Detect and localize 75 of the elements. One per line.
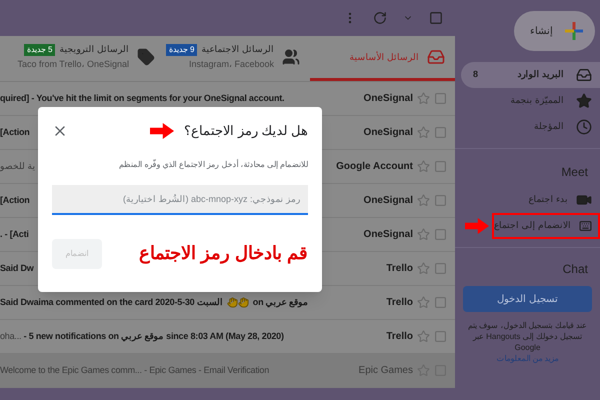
annotation-text: قم بادخال رمز الاجتماع [138,242,308,266]
tag-icon [137,48,155,66]
sender-name: Google Account [336,160,413,174]
dialog-title: هل لديك رمز الاجتماع؟ [184,122,308,140]
clock-icon [576,119,592,135]
dialog-description: للانضمام إلى محادثة، أدخل رمز الاجتماع الذي وفّره المنظم [118,158,308,170]
annotation-arrow [465,218,489,234]
email-snippet: Welcome to the Epic Games comm... [0,364,142,377]
star-icon[interactable] [417,262,430,276]
email-subject: - Epic Games - Email Verification [143,364,270,377]
refresh-icon[interactable] [373,11,387,26]
star-icon[interactable] [417,126,430,140]
checkbox-icon[interactable] [434,330,447,344]
email-row[interactable]: Welcome to the Epic Games comm... - Epic Games - Email Verification Epic Games [0,354,455,388]
sender-name: OneSignal [364,126,413,140]
inbox-icon [576,67,592,83]
tab-label: الرسائل الأساسية [349,50,419,64]
sender-name: OneSignal [364,92,413,106]
checkbox-icon[interactable] [434,228,447,242]
sender-name: Trello [386,330,413,344]
email-subject: on موقع عربي [252,296,308,310]
star-icon [576,93,592,109]
category-tab[interactable]: الرسائل الترويجية 5 جديدة Taco from Trello، OneSignal [20,36,165,82]
star-icon[interactable] [417,330,430,344]
email-subject: quired] - You've hit the limit on segments for your OneSignal account. [0,92,284,105]
checkbox-icon[interactable] [429,11,443,26]
email-subject: Said Dw [0,262,34,275]
email-snippet: ية للخصو [0,160,36,174]
sign-in-button[interactable]: تسجيل الدخول [463,286,592,312]
checkbox-icon[interactable] [434,92,447,106]
email-subject: [Action [0,194,30,207]
category-tab[interactable]: الرسائل الاجتماعية 9 جديدة Instagram، Facebook [165,36,310,82]
new-count-badge: 9 جديدة [166,44,198,56]
new-count-badge: 5 جديدة [24,44,56,56]
plus-icon [565,22,583,40]
keyboard-icon [579,218,592,234]
tab-label: الرسائل الاجتماعية [201,42,274,56]
email-subject: . - [Acti [0,228,29,241]
tab-subtitle: Taco from Trello، OneSignal [17,58,129,72]
checkbox-icon[interactable] [434,296,447,310]
section-title: Chat [562,261,589,278]
checkbox-icon[interactable] [434,262,447,276]
hand-icon [238,297,249,308]
checkbox-icon[interactable] [434,194,447,208]
star-icon[interactable] [417,194,430,208]
sender-name: OneSignal [364,194,413,208]
sender-name: Epic Games [358,364,413,378]
star-icon[interactable] [417,160,430,174]
checkbox-icon[interactable] [434,160,447,174]
category-tab[interactable]: الرسائل الأساسية [310,36,455,82]
compose-button[interactable]: إنشاء [514,11,595,51]
annotation-arrow [150,122,174,139]
star-icon[interactable] [417,92,430,106]
unread-count: 8 [473,68,478,82]
tab-label: الرسائل الترويجية [59,42,129,56]
checkbox-icon[interactable] [434,126,447,140]
chat-note: عند قيامك بتسجيل الدخول، سوف يتم تسجيل دخولك إلى Hangouts عبر Google [466,320,588,353]
people-icon [282,48,300,66]
star-icon[interactable] [417,296,430,310]
sender-name: Trello [386,262,413,276]
email-snippet: oha... [0,330,22,343]
sidebar-item[interactable]: الانضمام إلى اجتماع [492,213,600,239]
sidebar-item[interactable]: بدء اجتماع [492,187,600,213]
hand-icon [226,297,238,308]
section-title: Meet [561,164,589,181]
sender-name: OneSignal [364,228,413,242]
sidebar-item[interactable]: المميّزة بنجمة [461,88,600,114]
sidebar-item[interactable]: المؤجلة [461,114,600,140]
inbox-icon [427,48,445,66]
email-subject: - 5 new notifications on موقع عربي since 8:03 AM (May 28, 2020) [22,330,284,344]
tab-subtitle: Instagram، Facebook [188,58,274,72]
email-subject: Said Dwaima commented on the card 2020-5-30 السبت [0,296,223,309]
email-subject: [Action [0,126,30,139]
star-icon[interactable] [417,228,430,242]
sender-name: Trello [386,296,413,310]
